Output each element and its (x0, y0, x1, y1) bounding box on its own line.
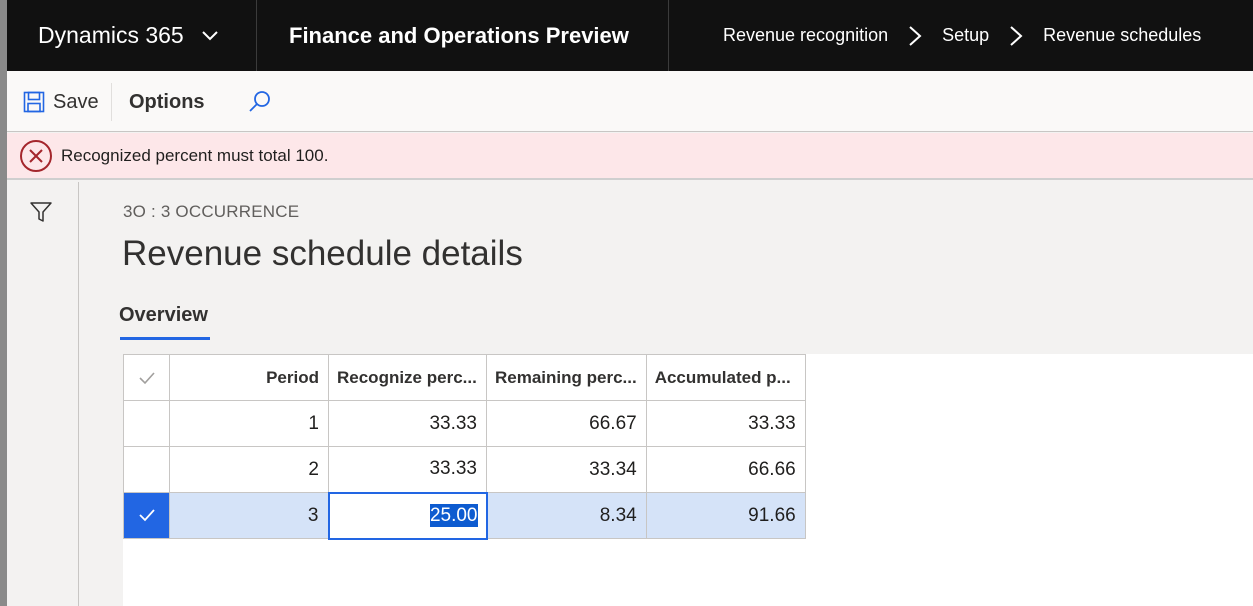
row-select-checkbox[interactable] (123, 400, 170, 447)
column-header-remaining-percent[interactable]: Remaining perc... (486, 354, 647, 401)
error-message-bar: Recognized percent must total 100. (7, 133, 1253, 180)
save-icon (23, 91, 45, 113)
nav-divider (668, 0, 669, 71)
breadcrumb-revenue-schedules[interactable]: Revenue schedules (1043, 25, 1201, 46)
filter-pane (7, 182, 79, 606)
revenue-schedule-grid: Period Recognize perc... Remaining perc.… (123, 354, 806, 540)
chevron-right-icon (909, 25, 922, 46)
action-pane: Save Options (7, 71, 1253, 132)
filter-icon[interactable] (29, 200, 53, 224)
cell-recognize-percent[interactable]: 33.33 (328, 446, 487, 493)
cell-accumulated-percent[interactable]: 66.66 (645, 446, 806, 493)
row-select-checkbox[interactable] (123, 446, 170, 493)
cell-remaining-percent[interactable]: 33.34 (486, 446, 647, 493)
row-select-checkbox-checked[interactable] (123, 492, 170, 539)
checkmark-icon (138, 509, 155, 522)
cell-recognize-percent[interactable]: 33.33 (328, 400, 487, 447)
tab-overview[interactable]: Overview (119, 304, 208, 327)
nav-divider (256, 0, 257, 71)
app-root: Dynamics 365 Finance and Operations Prev… (0, 0, 1253, 606)
search-icon[interactable] (247, 89, 273, 115)
cell-accumulated-percent[interactable]: 33.33 (645, 400, 806, 447)
select-all-checkbox[interactable] (123, 354, 170, 401)
column-header-recognize-percent[interactable]: Recognize perc... (328, 354, 487, 401)
recognize-percent-value[interactable]: 25.00 (429, 503, 478, 527)
cell-period[interactable]: 1 (169, 400, 329, 447)
grid-panel: Period Recognize perc... Remaining perc.… (123, 354, 1253, 606)
window-edge (0, 0, 7, 606)
breadcrumb-setup[interactable]: Setup (942, 25, 989, 46)
cell-remaining-percent[interactable]: 66.67 (486, 400, 647, 447)
top-navbar: Dynamics 365 Finance and Operations Prev… (7, 0, 1253, 71)
brand-label: Dynamics 365 (38, 22, 184, 48)
recognize-percent-input[interactable]: 25.00 (327, 491, 488, 540)
error-message-text: Recognized percent must total 100. (61, 145, 329, 165)
save-button[interactable]: Save (23, 89, 99, 115)
table-row[interactable]: 1 33.33 66.67 33.33 (123, 400, 806, 447)
record-caption: 3O : 3 OCCURRENCE (123, 202, 300, 221)
checkmark-icon (138, 372, 155, 384)
column-header-period[interactable]: Period (169, 354, 329, 401)
page-title: Revenue schedule details (122, 234, 523, 273)
app-title: Finance and Operations Preview (289, 22, 629, 48)
save-label: Save (53, 90, 99, 113)
table-row[interactable]: 2 33.33 33.34 66.66 (123, 446, 806, 493)
table-row-selected[interactable]: 3 25.00 8.34 91.66 (123, 491, 806, 540)
cell-period[interactable]: 3 (169, 492, 329, 539)
brand-menu[interactable]: Dynamics 365 (38, 0, 220, 71)
grid-header-row: Period Recognize perc... Remaining perc.… (123, 354, 806, 401)
action-divider (111, 83, 112, 121)
breadcrumb-revenue-recognition[interactable]: Revenue recognition (723, 25, 888, 46)
chevron-right-icon (1010, 25, 1023, 46)
chevron-down-icon (202, 30, 218, 40)
cell-period[interactable]: 2 (169, 446, 329, 493)
tab-active-indicator (120, 337, 210, 340)
cell-remaining-percent[interactable]: 8.34 (486, 492, 647, 539)
breadcrumb: Revenue recognition Setup Revenue schedu… (723, 0, 1201, 71)
form-content: 3O : 3 OCCURRENCE Revenue schedule detai… (80, 182, 1253, 606)
column-header-accumulated-percent[interactable]: Accumulated p... (645, 354, 806, 401)
options-button[interactable]: Options (129, 89, 205, 115)
error-circle-icon (20, 139, 52, 172)
cell-accumulated-percent[interactable]: 91.66 (645, 492, 806, 539)
